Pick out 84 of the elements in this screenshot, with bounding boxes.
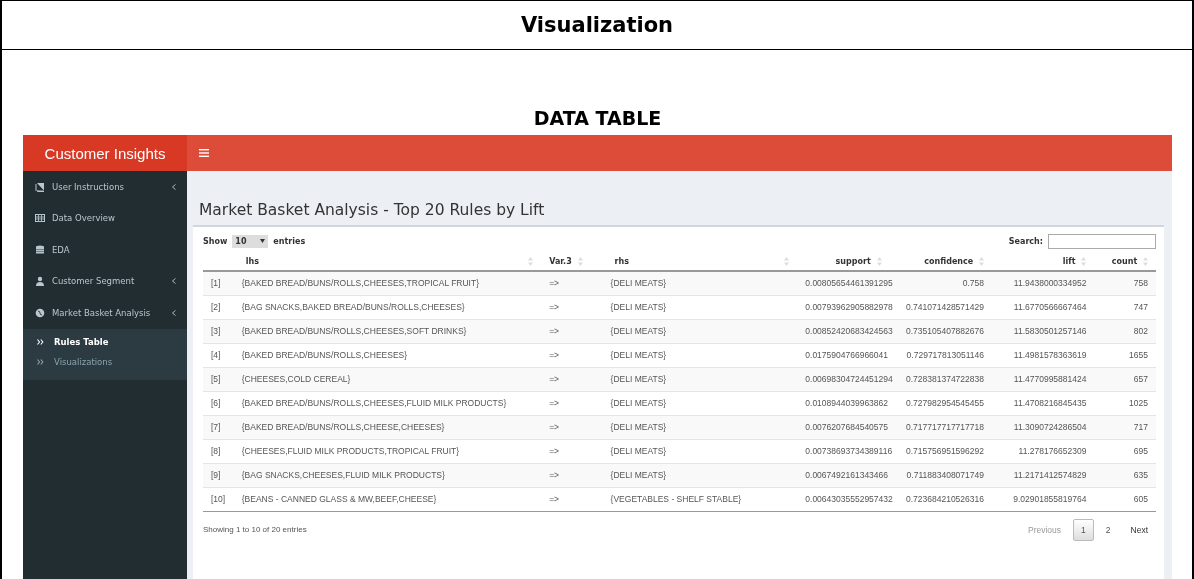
- table-cell: 0.0076207684540575: [797, 415, 890, 439]
- table-cell: =>: [541, 271, 603, 295]
- table-cell: 717: [1094, 415, 1156, 439]
- table-cell: =>: [541, 463, 603, 487]
- sidebar-item[interactable]: Data Overview: [23, 202, 187, 234]
- page-title: Market Basket Analysis - Top 20 Rules by Lift: [198, 200, 546, 221]
- column-header[interactable]: support: [835, 257, 871, 266]
- sidebar-item[interactable]: Customer Segment: [23, 265, 187, 297]
- double-chevron-icon: [37, 358, 44, 365]
- table-cell: {DELI MEATS}: [602, 415, 798, 439]
- brand-title: Customer Insights: [23, 135, 187, 171]
- submenu-item[interactable]: Visualizations: [23, 351, 187, 372]
- table-cell: 802: [1094, 319, 1156, 343]
- chevron-left-icon: [171, 183, 177, 190]
- table-cell: {CHEESES,COLD CEREAL}: [233, 367, 542, 391]
- column-header[interactable]: confidence: [924, 257, 974, 266]
- chevron-left-icon: [171, 278, 177, 285]
- chevron-left-icon: [171, 309, 177, 316]
- page-button[interactable]: 1: [1073, 518, 1094, 541]
- show-label: Show: [203, 236, 228, 246]
- table-cell: {DELI MEATS}: [602, 463, 798, 487]
- column-header[interactable]: lift: [1062, 257, 1076, 266]
- document-heading: Visualization: [520, 13, 674, 37]
- table-cell: [1]: [203, 271, 234, 295]
- table-cell: {VEGETABLES - SHELF STABLE}: [602, 487, 798, 511]
- table-cell: 0.717717717717718: [889, 415, 992, 439]
- table-cell: {DELI MEATS}: [602, 367, 798, 391]
- sidebar-item[interactable]: EDA: [23, 234, 187, 266]
- entries-dropdown[interactable]: 10: [232, 234, 269, 248]
- table-cell: [7]: [203, 415, 234, 439]
- table-cell: [5]: [203, 367, 234, 391]
- column-header[interactable]: lhs: [245, 257, 259, 266]
- table-cell: 11.4770995881424: [992, 367, 1095, 391]
- entries-label: entries: [273, 236, 306, 246]
- sort-icon[interactable]: [577, 257, 583, 266]
- sort-icon[interactable]: [784, 257, 790, 266]
- table-cell: {BAG SNACKS,CHEESES,FLUID MILK PRODUCTS}: [233, 463, 542, 487]
- double-chevron-icon: [37, 338, 44, 345]
- section-heading: DATA TABLE: [532, 106, 663, 131]
- table-cell: 11.2171412574829: [992, 463, 1095, 487]
- sort-icon[interactable]: [528, 257, 534, 266]
- table-cell: 11.9438000334952: [992, 271, 1095, 295]
- search-label: Search:: [1008, 236, 1043, 246]
- table-cell: [3]: [203, 319, 234, 343]
- table-cell: {BEANS - CANNED GLASS & MW,BEEF,CHEESE}: [233, 487, 542, 511]
- sort-icon[interactable]: [1143, 257, 1148, 266]
- dropdown-arrow-icon: [260, 239, 266, 243]
- table-cell: 9.02901855819764: [992, 487, 1095, 511]
- table-cell: {DELI MEATS}: [602, 319, 798, 343]
- sort-icon[interactable]: [876, 257, 882, 266]
- search-field[interactable]: [1048, 233, 1156, 249]
- table-cell: =>: [541, 367, 603, 391]
- column-header[interactable]: Var.3: [549, 257, 572, 266]
- table-cell: 11.5830501257146: [992, 319, 1095, 343]
- table-cell: [10]: [203, 487, 234, 511]
- pagination-link[interactable]: Next: [1122, 518, 1156, 541]
- table-cell: {BAKED BREAD/BUNS/ROLLS,CHEESES,SOFT DRINKS}: [233, 319, 542, 343]
- table-cell: 758: [1094, 271, 1156, 295]
- table-cell: {BAKED BREAD/BUNS/ROLLS,CHEESES,TROPICAL FRUIT}: [233, 271, 542, 295]
- sidebar-item[interactable]: User Instructions: [23, 171, 187, 203]
- menu-icon[interactable]: [199, 149, 209, 157]
- table-cell: 605: [1094, 487, 1156, 511]
- table-cell: =>: [541, 319, 603, 343]
- table-info: Showing 1 to 10 of 20 entries: [203, 525, 307, 534]
- sort-icon[interactable]: [1081, 257, 1087, 266]
- table-cell: {DELI MEATS}: [602, 271, 798, 295]
- table-cell: 0.711883408071749: [889, 463, 992, 487]
- column-header[interactable]: rhs: [614, 257, 629, 266]
- table-cell: 657: [1094, 367, 1156, 391]
- column-header[interactable]: count: [1111, 257, 1138, 266]
- database-icon: [35, 244, 45, 255]
- table-cell: 11.3090724286504: [992, 415, 1095, 439]
- table-cell: =>: [541, 415, 603, 439]
- sidebar-item[interactable]: Market Basket Analysis: [23, 297, 187, 329]
- table-cell: =>: [541, 487, 603, 511]
- sort-icon[interactable]: [979, 257, 984, 266]
- table-cell: [9]: [203, 463, 234, 487]
- table-icon: [35, 213, 45, 224]
- table-cell: {BAKED BREAD/BUNS/ROLLS,CHEESE,CHEESES}: [233, 415, 542, 439]
- table-cell: 635: [1094, 463, 1156, 487]
- submenu-item[interactable]: Rules Table: [23, 331, 187, 352]
- table-cell: 0.0067492161343466: [797, 463, 890, 487]
- page-button[interactable]: 2: [1097, 518, 1119, 541]
- user-icon: [35, 276, 45, 287]
